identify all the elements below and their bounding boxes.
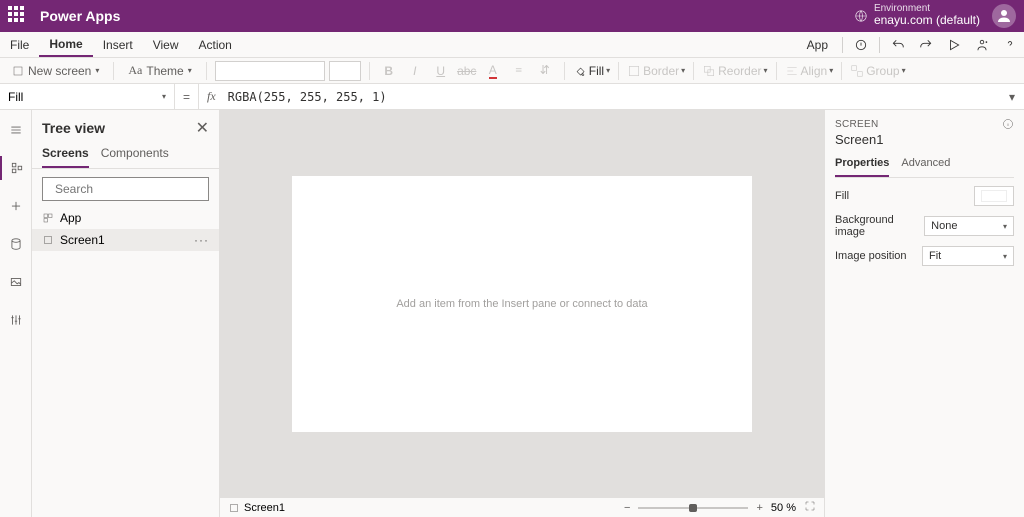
fill-color-swatch[interactable] — [974, 186, 1014, 206]
tree-node-screen1[interactable]: Screen1 ··· — [32, 229, 219, 251]
tab-advanced[interactable]: Advanced — [901, 155, 950, 177]
font-color-button[interactable]: A — [482, 61, 504, 81]
user-avatar[interactable] — [992, 4, 1016, 28]
new-screen-label: New screen — [28, 64, 91, 78]
environment-picker[interactable]: Environment enayu.com (default) — [854, 4, 980, 27]
properties-pane: SCREEN Screen1 Properties Advanced Fill … — [824, 110, 1024, 517]
zoom-out-button[interactable]: − — [624, 502, 630, 514]
new-screen-button[interactable]: New screen▾ — [6, 61, 105, 81]
brand-label: Power Apps — [40, 8, 854, 24]
expand-formula-icon[interactable]: ▾ — [1000, 90, 1024, 104]
info-icon[interactable] — [1002, 118, 1014, 130]
group-button[interactable]: Group▾ — [850, 64, 905, 78]
screen-icon — [42, 234, 54, 246]
menu-home[interactable]: Home — [39, 32, 92, 57]
menu-bar: File Home Insert View Action App — [0, 32, 1024, 58]
waffle-icon[interactable] — [8, 6, 28, 26]
tree-title: Tree view — [42, 120, 105, 136]
status-bar: Screen1 − + 50 % — [220, 497, 824, 517]
formula-bar: Fill▾ = fx RGBA(255, 255, 255, 1) ▾ — [0, 84, 1024, 110]
prop-imgpos-label: Image position — [835, 250, 907, 262]
reorder-button[interactable]: Reorder▾ — [702, 64, 767, 78]
menu-action[interactable]: Action — [189, 32, 242, 57]
tree-node-label: Screen1 — [60, 233, 105, 247]
align-button[interactable]: Align▾ — [785, 64, 834, 78]
rail-media-icon[interactable] — [0, 270, 31, 294]
left-rail — [0, 110, 32, 517]
rail-hamburger-icon[interactable] — [0, 118, 31, 142]
theme-button[interactable]: Aa Theme▾ — [122, 61, 197, 81]
tree-node-app[interactable]: App — [32, 207, 219, 229]
environment-label: Environment — [874, 4, 980, 14]
equals-label: = — [175, 84, 199, 109]
fx-label: fx — [199, 89, 224, 104]
vertical-align-button[interactable]: ⇵ — [534, 61, 556, 81]
font-size-selector[interactable] — [329, 61, 361, 81]
property-selector[interactable]: Fill▾ — [0, 84, 175, 109]
rail-advanced-icon[interactable] — [0, 308, 31, 332]
tree-search[interactable] — [42, 177, 209, 201]
imgpos-selector[interactable]: Fit▾ — [922, 246, 1014, 266]
share-icon[interactable] — [968, 32, 996, 57]
rail-tree-icon[interactable] — [0, 156, 31, 180]
prop-heading: SCREEN — [835, 119, 878, 130]
menu-app[interactable]: App — [797, 32, 838, 57]
text-align-button[interactable]: ≡ — [508, 61, 530, 81]
italic-button[interactable]: I — [404, 61, 426, 81]
align-label: Align — [801, 64, 828, 78]
environment-icon — [854, 9, 868, 23]
rail-insert-icon[interactable] — [0, 194, 31, 218]
close-icon[interactable]: ✕ — [196, 118, 209, 138]
title-bar: Power Apps Environment enayu.com (defaul… — [0, 0, 1024, 32]
menu-view[interactable]: View — [143, 32, 189, 57]
search-input[interactable] — [55, 182, 210, 196]
rail-data-icon[interactable] — [0, 232, 31, 256]
canvas-area[interactable]: Add an item from the Insert pane or conn… — [220, 110, 824, 497]
bgimage-selector[interactable]: None▾ — [924, 216, 1014, 236]
formula-input[interactable]: RGBA(255, 255, 255, 1) — [224, 90, 1000, 104]
zoom-slider[interactable] — [638, 507, 748, 509]
tab-screens[interactable]: Screens — [42, 142, 89, 168]
strike-button[interactable]: abc — [456, 61, 478, 81]
undo-icon[interactable] — [884, 32, 912, 57]
canvas-hint: Add an item from the Insert pane or conn… — [396, 298, 647, 310]
play-icon[interactable] — [940, 32, 968, 57]
font-selector[interactable] — [215, 61, 325, 81]
canvas-wrap: Add an item from the Insert pane or conn… — [220, 110, 824, 517]
property-name: Fill — [8, 90, 23, 104]
imgpos-value: Fit — [929, 250, 941, 262]
environment-name: enayu.com (default) — [874, 14, 980, 27]
help-icon[interactable] — [996, 32, 1024, 57]
status-screen-name: Screen1 — [244, 502, 285, 514]
app-checker-icon[interactable] — [847, 32, 875, 57]
more-icon[interactable]: ··· — [194, 233, 209, 247]
group-label: Group — [866, 64, 899, 78]
tab-properties[interactable]: Properties — [835, 155, 889, 177]
bold-button[interactable]: B — [378, 61, 400, 81]
fit-screen-icon[interactable] — [804, 500, 816, 515]
prop-fill-label: Fill — [835, 190, 849, 202]
zoom-value: 50 % — [771, 502, 796, 514]
app-icon — [42, 212, 54, 224]
tree-node-label: App — [60, 211, 81, 225]
screen-canvas[interactable]: Add an item from the Insert pane or conn… — [292, 176, 752, 432]
underline-button[interactable]: U — [430, 61, 452, 81]
fill-button[interactable]: Fill▾ — [573, 64, 610, 78]
prop-screen-name[interactable]: Screen1 — [835, 132, 1014, 147]
menu-insert[interactable]: Insert — [93, 32, 143, 57]
theme-label: Theme — [146, 64, 183, 78]
tab-components[interactable]: Components — [101, 142, 169, 168]
redo-icon[interactable] — [912, 32, 940, 57]
border-button[interactable]: Border▾ — [627, 64, 685, 78]
prop-bgimage-label: Background image — [835, 214, 924, 238]
border-label: Border — [643, 64, 679, 78]
screen-icon — [228, 502, 240, 514]
menu-file[interactable]: File — [0, 32, 39, 57]
bgimage-value: None — [931, 220, 957, 232]
zoom-in-button[interactable]: + — [756, 502, 762, 514]
ribbon-toolbar: New screen▾ Aa Theme▾ B I U abc A ≡ ⇵ Fi… — [0, 58, 1024, 84]
fill-label: Fill — [589, 64, 604, 78]
reorder-label: Reorder — [718, 64, 761, 78]
tree-view-pane: Tree view ✕ Screens Components App Scree… — [32, 110, 220, 517]
